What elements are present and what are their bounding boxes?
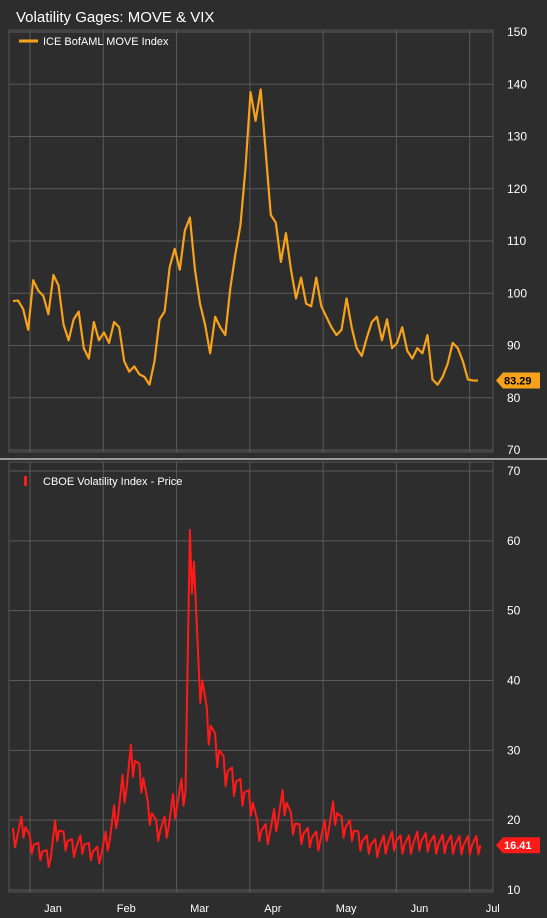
move-last-value: 83.29 xyxy=(504,376,532,388)
vix-y-tick-label: 10 xyxy=(507,883,521,897)
move-y-axis: 150 140 130 120 110 100 90 80 70 xyxy=(507,25,527,457)
vix-last-value-tag: 16.41 xyxy=(496,837,540,854)
vix-y-tick-label: 40 xyxy=(507,674,521,688)
vix-legend-label: CBOE Volatility Index - Price xyxy=(43,476,182,488)
vix-y-tick-label: 60 xyxy=(507,534,521,548)
x-tick-label: Apr xyxy=(264,903,281,915)
x-tick-label: Feb xyxy=(117,903,136,915)
vix-series xyxy=(12,528,482,868)
chart-canvas: 150140130120110100908070 70605040302010 … xyxy=(0,25,547,915)
move-y-tick-label: 80 xyxy=(507,391,521,405)
x-tick-label: Jul xyxy=(486,903,500,915)
move-y-tick-label: 70 xyxy=(507,443,521,457)
move-y-tick-label: 100 xyxy=(507,286,527,300)
move-y-tick-label: 120 xyxy=(507,182,527,196)
x-tick-label: Mar xyxy=(190,903,209,915)
move-y-tick-label: 140 xyxy=(507,77,527,91)
move-last-value-tag: 83.29 xyxy=(496,372,540,389)
move-y-tick-label: 110 xyxy=(507,234,526,248)
vix-y-tick-label: 20 xyxy=(507,813,521,827)
chart-frame: Volatility Gages: MOVE & VIX 150 140 130 12… xyxy=(0,0,547,918)
vix-legend-swatch xyxy=(24,476,27,486)
vix-series-line xyxy=(12,528,482,868)
vix-y-tick-label: 50 xyxy=(507,604,521,618)
move-series-line xyxy=(12,88,479,386)
move-y-tick-label: 90 xyxy=(507,339,521,353)
x-axis: Jan Feb Mar Apr May Jun Jul xyxy=(44,903,500,915)
vix-y-tick-label: 30 xyxy=(507,743,521,757)
vix-grid xyxy=(9,462,493,892)
x-tick-label: May xyxy=(336,903,357,915)
move-legend-label: ICE BofAML MOVE Index xyxy=(43,36,169,48)
vix-last-value: 16.41 xyxy=(504,840,532,852)
vix-y-tick-label: 70 xyxy=(507,464,521,478)
vix-panel xyxy=(8,461,494,893)
vix-y-axis: 70 60 50 40 30 20 10 xyxy=(507,464,521,897)
vix-legend: CBOE Volatility Index - Price xyxy=(24,476,182,488)
move-legend: ICE BofAML MOVE Index xyxy=(19,36,169,48)
x-tick-label: Jan xyxy=(44,903,62,915)
move-series xyxy=(12,88,479,386)
move-y-tick-label: 150 xyxy=(507,25,527,39)
x-tick-label: Jun xyxy=(411,903,429,915)
move-y-tick-label: 130 xyxy=(507,130,527,144)
